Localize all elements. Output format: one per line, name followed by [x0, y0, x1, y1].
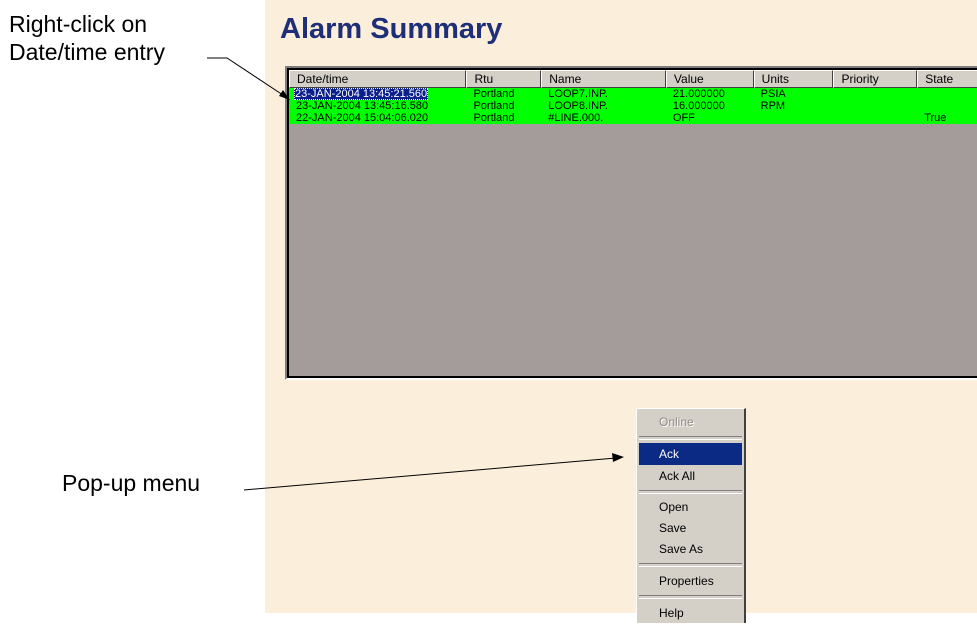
value-cell: 16.000000: [672, 100, 725, 112]
popup-menu-annotation: Pop-up menu: [62, 470, 201, 496]
context-menu: Online Ack Ack All Open Save Save As Pro…: [636, 408, 746, 623]
datetime-cell[interactable]: 23-JAN-2004 13:45:16.580: [289, 100, 466, 112]
column-header-priority[interactable]: Priority: [833, 70, 918, 88]
table-row[interactable]: 23-JAN-2004 13:45:16.580 Portland LOOP8.…: [289, 100, 977, 112]
units-cell: [754, 112, 834, 124]
units-cell: RPM: [760, 100, 786, 112]
menu-item-online: Online: [659, 415, 694, 429]
table-row[interactable]: 23-JAN-2004 13:45:21.560 Portland LOOP7.…: [289, 88, 977, 100]
menu-separator: [639, 436, 742, 440]
state-cell: True: [924, 112, 947, 124]
column-header-state[interactable]: State: [917, 70, 977, 88]
annotation-line: Right-click on: [9, 11, 148, 37]
name-cell: LOOP8.INP.: [548, 100, 608, 112]
alarm-table: Date/time Rtu Name Value Units Priority …: [285, 66, 977, 380]
table-row[interactable]: 22-JAN-2004 15:04:06.020 Portland #LINE.…: [289, 112, 977, 124]
selected-datetime: 23-JAN-2004 13:45:21.560: [294, 88, 429, 100]
menu-item-open[interactable]: Open: [639, 497, 742, 518]
priority-cell: [833, 100, 917, 112]
menu-item-properties[interactable]: Properties: [639, 570, 742, 592]
datetime-cell[interactable]: 22-JAN-2004 15:04:06.020: [289, 112, 466, 124]
column-header-value[interactable]: Value: [665, 70, 754, 88]
menu-item-ack[interactable]: Ack: [639, 443, 742, 465]
alarm-grid[interactable]: Date/time Rtu Name Value Units Priority …: [289, 70, 977, 376]
menu-item-help[interactable]: Help: [639, 602, 742, 624]
page-title: Alarm Summary: [280, 13, 503, 45]
menu-item-ack-all[interactable]: Ack All: [639, 465, 742, 487]
right-click-annotation: Right-click on Date/time entry: [9, 10, 165, 66]
rtu-cell: Portland: [473, 112, 515, 124]
app-canvas: Alarm Summary Date/time Rtu Name Value U…: [265, 0, 977, 623]
column-header-name[interactable]: Name: [541, 70, 666, 88]
value-cell: OFF: [672, 112, 695, 124]
menu-item-save[interactable]: Save: [639, 518, 742, 539]
units-cell: PSIA: [760, 88, 786, 100]
annotation-line: Date/time entry: [9, 39, 165, 65]
table-rows: 23-JAN-2004 13:45:21.560 Portland LOOP7.…: [289, 88, 977, 124]
table-header: Date/time Rtu Name Value Units Priority …: [289, 70, 977, 88]
rtu-cell: Portland: [473, 100, 515, 112]
column-header-rtu[interactable]: Rtu: [466, 70, 542, 88]
name-cell: #LINE.000.: [548, 112, 604, 124]
rtu-cell: Portland: [473, 88, 515, 100]
menu-separator: [639, 490, 742, 494]
state-cell: [917, 88, 977, 100]
state-cell: [917, 100, 977, 112]
menu-separator: [639, 563, 742, 567]
column-header-datetime[interactable]: Date/time: [289, 70, 467, 88]
name-cell: LOOP7.INP.: [548, 88, 608, 100]
menu-item-save-as[interactable]: Save As: [639, 539, 742, 560]
value-cell: 21.000000: [672, 88, 725, 100]
datetime-cell-selected[interactable]: 23-JAN-2004 13:45:21.560: [289, 88, 466, 100]
menu-separator: [639, 595, 742, 599]
priority-cell: [833, 112, 917, 124]
column-header-units[interactable]: Units: [753, 70, 834, 88]
priority-cell: [833, 88, 917, 100]
